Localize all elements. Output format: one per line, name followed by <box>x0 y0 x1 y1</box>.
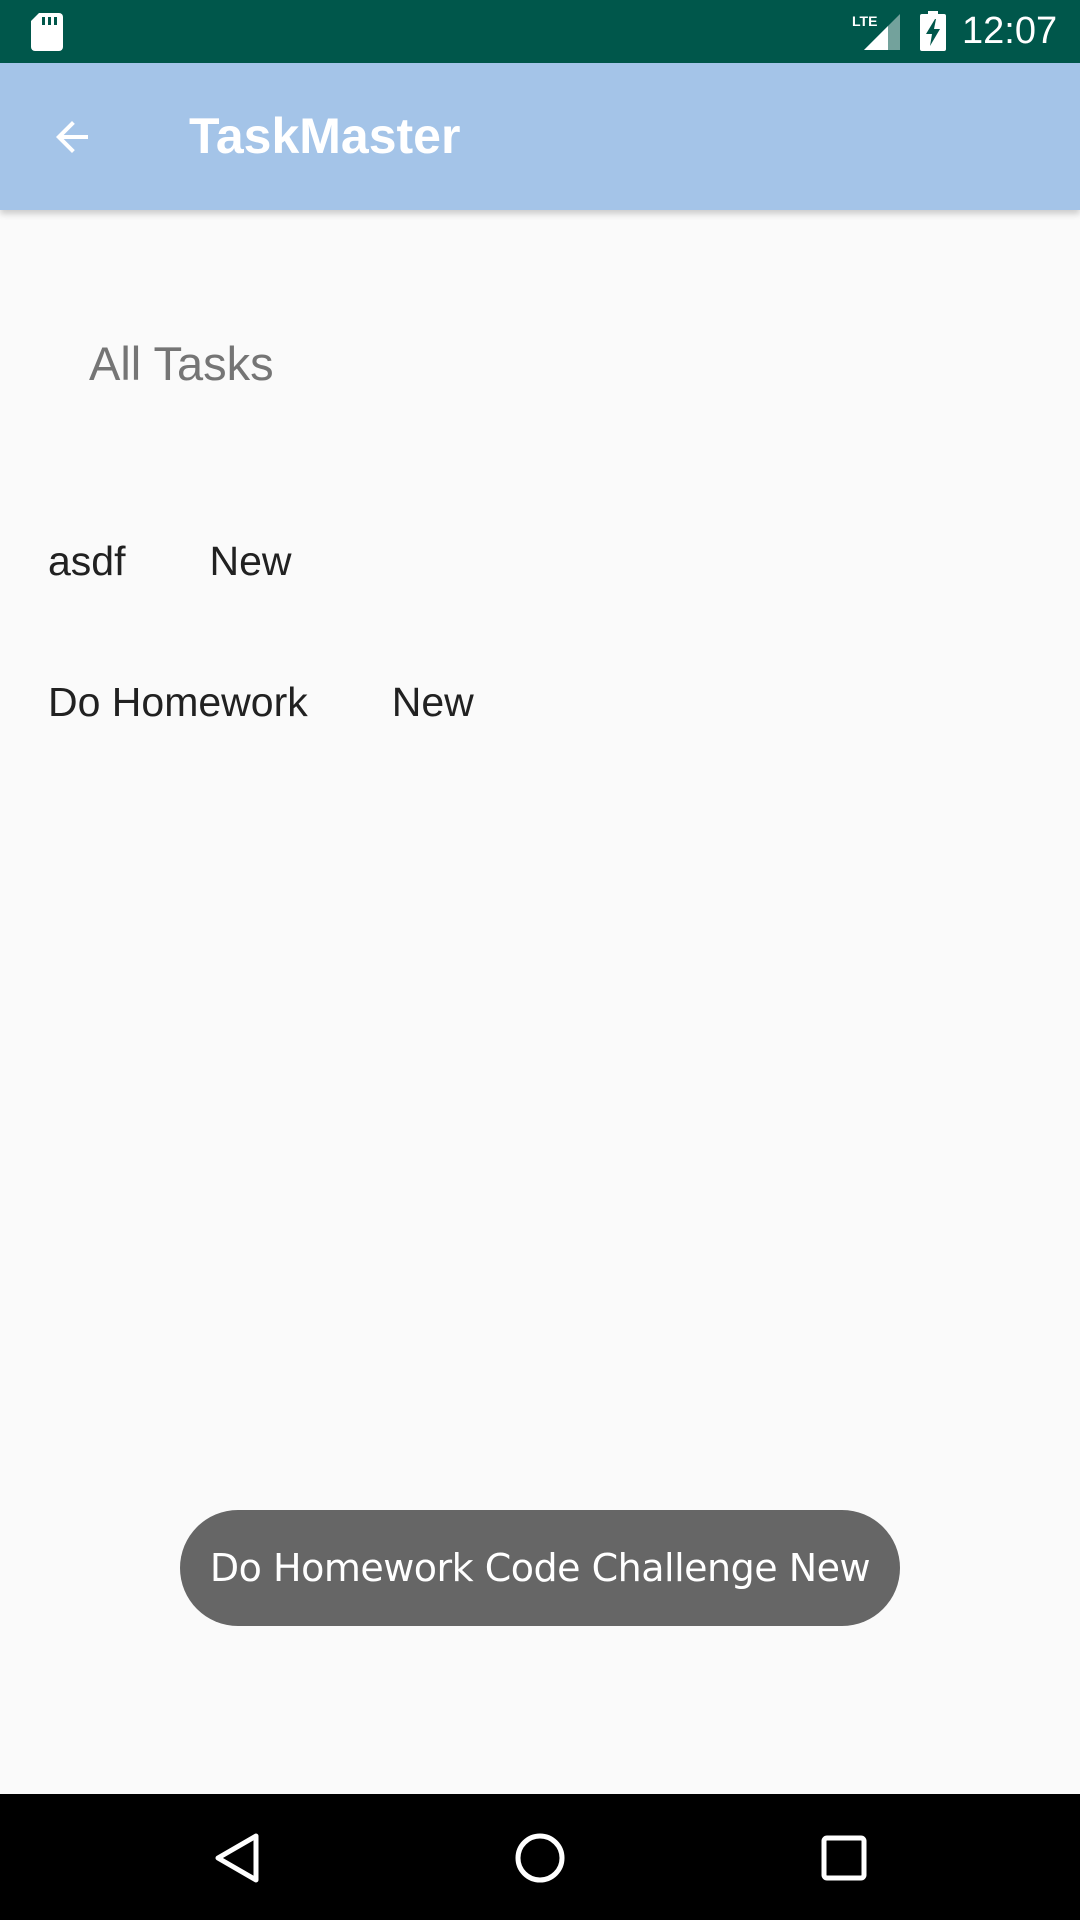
status-bar: LTE 12:07 <box>0 0 1080 63</box>
task-status: New <box>391 678 474 725</box>
task-name: Do Homework <box>48 678 308 725</box>
toast-text: Do Homework Code Challenge New <box>209 1546 871 1590</box>
task-name: asdf <box>48 537 126 584</box>
sd-card-icon <box>31 13 63 51</box>
app-title: TaskMaster <box>189 108 461 164</box>
system-nav-bar <box>0 1794 1080 1920</box>
app-bar: TaskMaster <box>0 63 1080 210</box>
task-status: New <box>209 537 292 584</box>
section-title: All Tasks <box>89 337 274 390</box>
task-row[interactable]: Do Homework New <box>48 667 474 737</box>
lte-signal-icon: LTE <box>852 13 900 50</box>
toast-message: Do Homework Code Challenge New <box>180 1510 900 1626</box>
nav-home-icon <box>515 1833 565 1883</box>
back-button[interactable] <box>30 98 114 176</box>
status-clock: 12:07 <box>962 10 1058 52</box>
nav-back-button[interactable] <box>196 1818 276 1898</box>
lte-label: LTE <box>852 13 877 29</box>
nav-recents-icon <box>821 1835 867 1881</box>
nav-back-icon <box>215 1833 259 1883</box>
task-row[interactable]: asdf New <box>48 526 292 596</box>
nav-home-button[interactable] <box>500 1818 580 1898</box>
nav-recents-button[interactable] <box>804 1818 884 1898</box>
arrow-back-icon <box>56 121 88 153</box>
battery-charging-icon <box>920 11 946 51</box>
